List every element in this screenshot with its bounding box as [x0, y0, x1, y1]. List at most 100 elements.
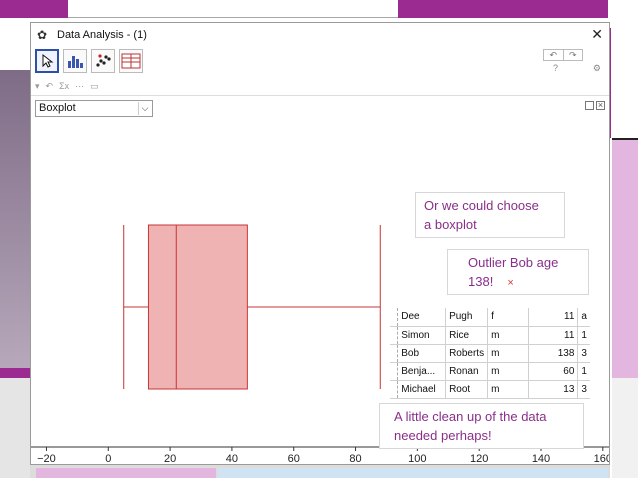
title-bar[interactable]: ✿ Data Analysis - (1) ✕ [31, 23, 609, 47]
settings-gear-icon[interactable]: ⚙ [593, 63, 601, 74]
extra-cell[interactable]: 3 [577, 344, 590, 363]
toolbar [35, 49, 143, 77]
toolbar-divider [31, 95, 609, 96]
table-icon [121, 53, 141, 69]
table-row[interactable]: Benja... Ronan m 60 1 [390, 362, 590, 381]
x-tick-label: −20 [37, 453, 56, 464]
cleanup-callout: A little clean up of the data needed per… [379, 403, 584, 449]
move-tool-button[interactable] [35, 49, 59, 73]
pane-buttons: × [585, 101, 605, 110]
close-pane-icon[interactable]: × [596, 101, 605, 110]
outlier-callout: Outlier Bob age 138! × [447, 249, 589, 295]
x-tick-label: 140 [532, 453, 550, 464]
plot-type-dropdown[interactable]: Boxplot ⌵ [35, 100, 153, 117]
redo-icon[interactable]: ↷ [562, 50, 583, 60]
slide-bg-block [0, 368, 30, 378]
scatter-plot-icon [96, 54, 111, 67]
first-name-cell[interactable]: Simon [397, 326, 447, 345]
plot-type-value: Boxplot [39, 102, 76, 114]
first-name-cell[interactable]: Dee [397, 308, 447, 327]
scatter-tool-button[interactable] [91, 49, 115, 73]
callout-text: Or we could choose [424, 198, 539, 213]
boxplot-callout: Or we could choose a boxplot [415, 192, 565, 238]
age-cell[interactable]: 138 [528, 344, 579, 363]
help-settings-group: ? ⚙ [553, 63, 601, 74]
cursor-arrow-icon [42, 53, 54, 68]
slide-bg-strip [0, 0, 70, 18]
extra-cell[interactable]: 1 [577, 362, 590, 381]
histogram-icon [68, 56, 83, 68]
callout-text: A little clean up of the data [394, 409, 547, 424]
help-icon[interactable]: ? [553, 63, 558, 74]
slide-bg-block [610, 0, 638, 28]
age-cell[interactable]: 13 [528, 380, 579, 399]
last-name-cell[interactable]: Pugh [445, 308, 489, 327]
statistics-icon[interactable]: Σx [59, 81, 69, 91]
x-tick-label: 60 [288, 453, 300, 464]
sex-cell[interactable]: f [487, 308, 530, 327]
first-name-cell[interactable]: Michael [397, 380, 447, 399]
table-tool-button[interactable] [119, 49, 143, 73]
window-title: Data Analysis - (1) [57, 29, 147, 41]
swap-icon[interactable]: ↶ [46, 81, 54, 92]
row-index-cell [390, 362, 399, 381]
x-tick-label: 100 [408, 453, 426, 464]
slide-bg-block [610, 28, 638, 138]
chevron-down-icon: ⌵ [138, 102, 151, 115]
sex-cell[interactable]: m [487, 326, 530, 345]
extra-cell[interactable]: 3 [577, 380, 590, 399]
iqr-box [147, 224, 248, 390]
x-tick-label: 80 [349, 453, 361, 464]
age-cell[interactable]: 60 [528, 362, 579, 381]
histogram-tool-button[interactable] [63, 49, 87, 73]
slide-bg-block [0, 378, 30, 478]
slide-bg-block [612, 378, 638, 478]
slide-bg-block [612, 138, 638, 378]
table-row[interactable]: Simon Rice m 11 1 [390, 326, 590, 345]
slide-bg-block [218, 468, 608, 478]
extra-cell[interactable]: a [577, 308, 590, 327]
close-icon[interactable]: ✕ [591, 26, 603, 43]
table-row[interactable]: Michael Root m 13 3 [390, 380, 590, 399]
outlier-marker-icon: × [507, 277, 514, 289]
last-name-cell[interactable]: Root [445, 380, 489, 399]
undo-icon[interactable]: ↶ [544, 50, 563, 60]
last-name-cell[interactable]: Roberts [445, 344, 489, 363]
age-cell[interactable]: 11 [528, 326, 579, 345]
table-row[interactable]: Bob Roberts m 138 3 [390, 344, 590, 363]
data-source-icon[interactable]: ⋯ [75, 81, 84, 92]
row-index-cell [390, 380, 399, 399]
data-analysis-window: ✿ Data Analysis - (1) ✕ ↶ ↷ ? ⚙ ▾ ↶ Σx ⋯… [30, 22, 610, 465]
extra-cell[interactable]: 1 [577, 326, 590, 345]
x-tick-label: 120 [470, 453, 488, 464]
first-name-cell[interactable]: Bob [397, 344, 447, 363]
table-row[interactable]: Dee Pugh f 11 a [390, 308, 590, 327]
slide-bg-block [36, 468, 216, 478]
last-name-cell[interactable]: Rice [445, 326, 489, 345]
x-tick-label: 0 [105, 453, 111, 464]
x-tick-label: 40 [226, 453, 238, 464]
restore-pane-icon[interactable] [585, 101, 594, 110]
slide-bg-strip [398, 0, 608, 18]
export-icon[interactable]: ▭ [90, 81, 99, 92]
callout-text: needed perhaps! [394, 428, 492, 443]
sex-cell[interactable]: m [487, 380, 530, 399]
sub-toolbar: ▾ ↶ Σx ⋯ ▭ [35, 79, 99, 93]
geogebra-window-icon: ✿ [37, 28, 48, 42]
last-name-cell[interactable]: Ronan [445, 362, 489, 381]
callout-text: 138! [468, 274, 494, 289]
x-tick-label: 20 [164, 453, 176, 464]
collapse-arrow-icon[interactable]: ▾ [35, 81, 40, 92]
callout-text: Outlier Bob age [468, 255, 559, 270]
undo-redo-group: ↶ ↷ [543, 49, 583, 61]
sex-cell[interactable]: m [487, 344, 530, 363]
age-cell[interactable]: 11 [528, 308, 579, 327]
row-index-cell [390, 344, 399, 363]
row-index-cell [390, 326, 399, 345]
x-tick-label: 160 [594, 453, 609, 464]
first-name-cell[interactable]: Benja... [397, 362, 447, 381]
data-table: Dee Pugh f 11 a Simon Rice m 11 1 Bob Roberts m 138 3 B… [390, 308, 590, 399]
sex-cell[interactable]: m [487, 362, 530, 381]
slide-bg-block [0, 70, 30, 370]
row-index-cell [390, 308, 399, 327]
